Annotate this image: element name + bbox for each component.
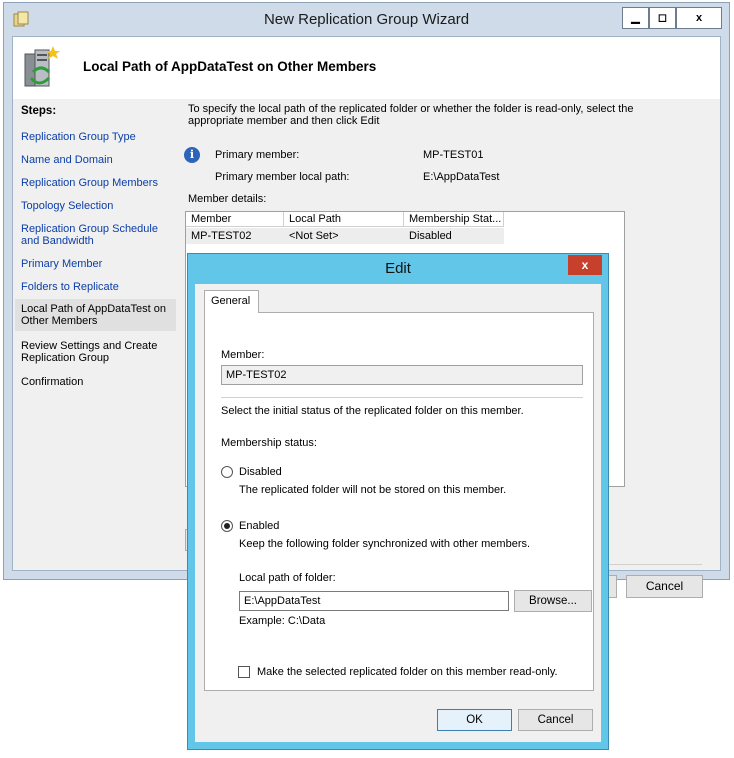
example-text: Example: C:\Data <box>239 615 326 627</box>
wizard-header: Local Path of AppDataTest on Other Membe… <box>13 37 720 100</box>
disabled-description: The replicated folder will not be stored… <box>239 484 507 496</box>
steps-pane: Steps: Replication Group Type Name and D… <box>13 99 178 570</box>
replication-server-icon <box>24 46 60 87</box>
column-header-membership-status[interactable]: Membership Stat... <box>404 212 504 227</box>
edit-dialog-title: Edit <box>385 260 411 277</box>
local-path-input[interactable]: E:\AppDataTest <box>239 591 509 611</box>
primary-member-label: Primary member: <box>215 149 300 161</box>
member-label: Member: <box>221 349 265 361</box>
step-folders-to-replicate[interactable]: Folders to Replicate <box>21 281 176 293</box>
primary-path-label: Primary member local path: <box>215 171 350 183</box>
ok-button[interactable]: OK <box>437 709 512 731</box>
edit-close-button[interactable]: x <box>568 255 602 275</box>
primary-member-value: MP-TEST01 <box>423 149 484 161</box>
step-local-path-current: Local Path of AppDataTest on Other Membe… <box>15 299 176 331</box>
disabled-radio[interactable] <box>221 466 233 478</box>
wizard-cancel-button[interactable]: Cancel <box>626 575 703 598</box>
step-primary-member[interactable]: Primary Member <box>21 258 176 270</box>
step-name-and-domain[interactable]: Name and Domain <box>21 154 176 166</box>
disabled-label[interactable]: Disabled <box>239 466 282 478</box>
step-topology-selection[interactable]: Topology Selection <box>21 200 176 212</box>
steps-title: Steps: <box>21 105 57 117</box>
wizard-header-title: Local Path of AppDataTest on Other Membe… <box>83 59 377 74</box>
enabled-label[interactable]: Enabled <box>239 520 279 532</box>
tab-general[interactable]: General <box>204 290 259 313</box>
step-review-settings: Review Settings and Create Replication G… <box>21 340 158 364</box>
step-replication-group-members[interactable]: Replication Group Members <box>21 177 176 189</box>
readonly-label[interactable]: Make the selected replicated folder on t… <box>257 666 558 678</box>
enabled-radio[interactable] <box>221 520 233 532</box>
edit-dialog-body: General Member: MP-TEST02 Select the ini… <box>195 284 601 742</box>
instructions-text: To specify the local path of the replica… <box>188 103 634 127</box>
member-field: MP-TEST02 <box>221 365 583 385</box>
browse-button[interactable]: Browse... <box>514 590 592 612</box>
readonly-checkbox[interactable] <box>238 666 250 678</box>
info-icon: i <box>184 147 200 163</box>
maximize-button[interactable]: ◻ <box>649 7 676 29</box>
table-cell-local-path[interactable]: <Not Set> <box>284 228 404 244</box>
step-replication-group-type[interactable]: Replication Group Type <box>21 131 176 143</box>
wizard-title-bar[interactable]: New Replication Group Wizard ▁ ◻ x <box>4 3 729 36</box>
general-tab-panel: Member: MP-TEST02 Select the initial sta… <box>204 312 594 691</box>
table-cell-membership-status[interactable]: Disabled <box>404 228 504 244</box>
membership-status-label: Membership status: <box>221 437 317 449</box>
member-details-label: Member details: <box>188 193 267 205</box>
minimize-button[interactable]: ▁ <box>622 7 649 29</box>
divider <box>221 397 583 398</box>
column-header-member[interactable]: Member <box>186 212 284 227</box>
step-confirmation: Confirmation <box>21 376 84 388</box>
edit-dialog: Edit x General Member: MP-TEST02 Select … <box>187 253 609 750</box>
wizard-title: New Replication Group Wizard <box>263 11 470 28</box>
column-header-local-path[interactable]: Local Path <box>284 212 404 227</box>
table-cell-member[interactable]: MP-TEST02 <box>186 228 284 244</box>
close-button[interactable]: x <box>676 7 722 29</box>
primary-path-value: E:\AppDataTest <box>423 171 500 183</box>
edit-cancel-button[interactable]: Cancel <box>518 709 593 731</box>
radio-selected-dot <box>224 523 230 529</box>
step-schedule-and-bandwidth[interactable]: Replication Group Schedule and Bandwidth <box>21 223 176 247</box>
enabled-description: Keep the following folder synchronized w… <box>239 538 531 550</box>
select-status-text: Select the initial status of the replica… <box>221 405 524 417</box>
local-path-label: Local path of folder: <box>239 572 336 584</box>
